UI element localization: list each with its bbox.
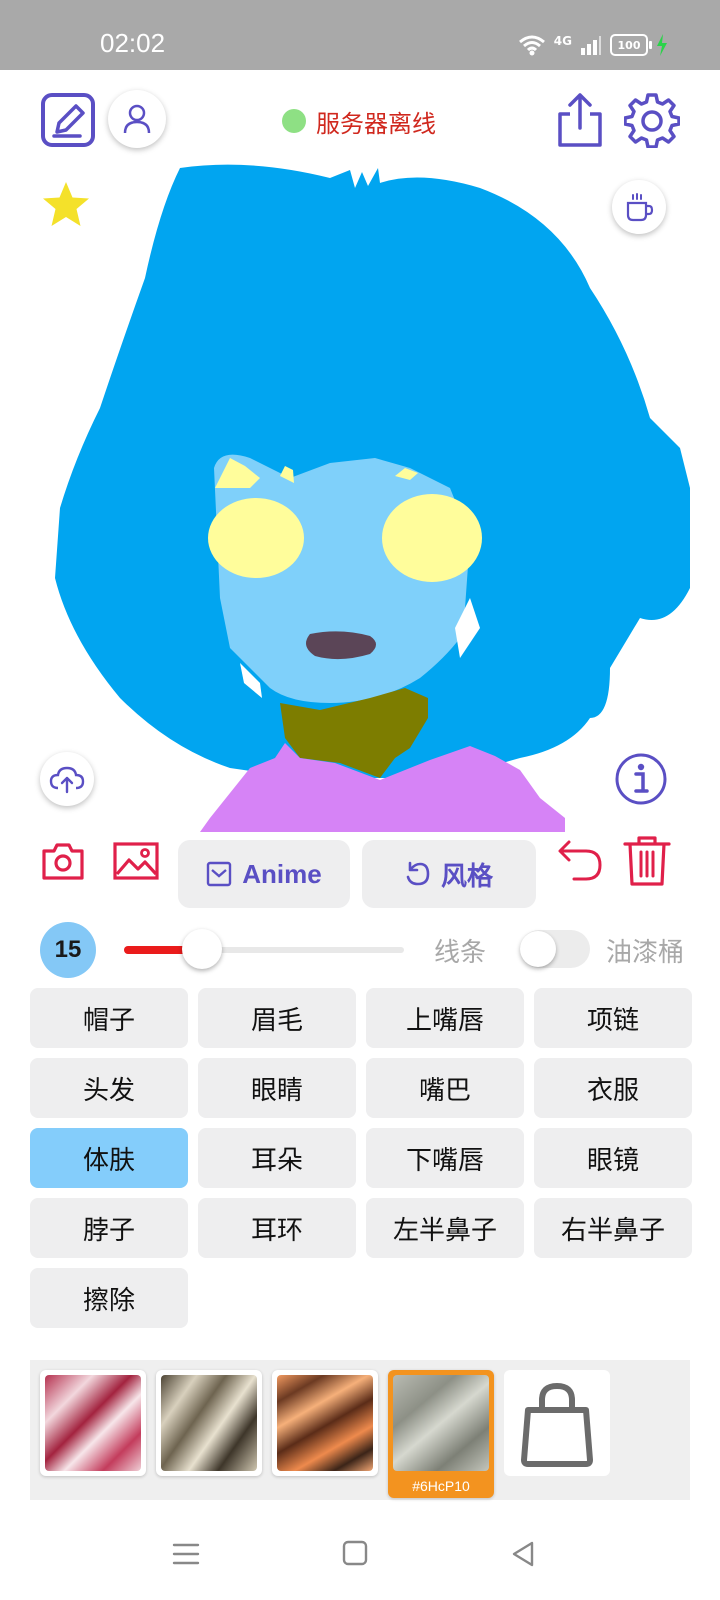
battery-indicator: 100 (610, 34, 652, 56)
part-button[interactable]: 头发 (30, 1058, 188, 1118)
paint-bucket-label: 油漆桶 (606, 938, 685, 968)
profile-button[interactable] (108, 90, 166, 148)
settings-button[interactable] (624, 92, 680, 148)
status-time: 02:02 (100, 28, 166, 58)
shopping-bag-icon (521, 1382, 593, 1467)
style-thumb-2[interactable] (156, 1370, 262, 1476)
server-status-dot (282, 109, 306, 133)
undo-icon (558, 840, 602, 881)
part-button[interactable]: 耳朵 (198, 1128, 356, 1188)
model-label: Anime (242, 858, 322, 889)
style-label: 风格 (440, 860, 493, 891)
part-button[interactable]: 眼睛 (198, 1058, 356, 1118)
charging-icon (657, 34, 667, 56)
info-button[interactable] (614, 752, 668, 806)
image-icon (113, 842, 159, 880)
battery-level: 100 (617, 38, 641, 52)
gallery-button[interactable] (112, 838, 160, 884)
rotate-icon (406, 861, 430, 886)
coffee-cup-icon (626, 193, 654, 222)
part-button[interactable]: 左半鼻子 (366, 1198, 524, 1258)
parts-grid: 帽子 眉毛 上嘴唇 项链头发 眼睛 嘴巴 衣服体肤 耳朵 下嘴唇 眼镜脖子 耳环 左半鼻子 右半鼻子擦除 (30, 988, 692, 1328)
system-nav-bar (0, 1520, 720, 1600)
part-button[interactable]: 耳环 (198, 1198, 356, 1258)
camera-icon (42, 843, 84, 880)
part-button[interactable]: 下嘴唇 (366, 1128, 524, 1188)
eye-left (208, 498, 304, 578)
style-thumbnails-bar: #6HcP10 (30, 1360, 690, 1500)
style-thumb-image (393, 1375, 489, 1471)
gear-icon (624, 93, 680, 148)
part-button[interactable]: 眉毛 (198, 988, 356, 1048)
camera-button[interactable] (40, 838, 86, 884)
brush-size-indicator: 15 (40, 922, 96, 978)
coffee-button[interactable] (612, 180, 666, 234)
server-status: 服务器离线 (282, 106, 436, 138)
status-bar: 02:02 4G 100 (0, 0, 720, 70)
part-button[interactable]: 脖子 (30, 1198, 188, 1258)
home-icon[interactable] (342, 1540, 368, 1566)
part-button[interactable]: 帽子 (30, 988, 188, 1048)
part-button[interactable]: 衣服 (534, 1058, 692, 1118)
star-icon (43, 182, 89, 226)
eye-right (382, 494, 482, 582)
trash-icon (623, 836, 671, 886)
mouth (306, 631, 376, 660)
share-button[interactable] (556, 92, 604, 148)
part-button[interactable]: 体肤 (30, 1128, 188, 1188)
part-button[interactable]: 嘴巴 (366, 1058, 524, 1118)
style-thumb-1[interactable] (40, 1370, 146, 1476)
menu-icon[interactable] (172, 1542, 200, 1566)
edit-button[interactable] (40, 92, 96, 148)
checkbox-mail-icon (207, 861, 232, 887)
wifi-icon (518, 35, 545, 56)
brush-size-slider-thumb[interactable] (182, 929, 223, 969)
edit-icon (41, 93, 95, 147)
style-thumb-image (45, 1375, 141, 1471)
part-button[interactable]: 上嘴唇 (366, 988, 524, 1048)
undo-button[interactable] (556, 836, 604, 882)
style-thumb-image (277, 1375, 373, 1471)
upload-button[interactable] (40, 752, 94, 806)
network-type: 4G (553, 34, 572, 48)
paint-bucket-toggle[interactable] (520, 930, 590, 968)
favorite-button[interactable] (40, 180, 92, 230)
line-mode-label: 线条 (434, 938, 487, 968)
style-shop-button[interactable] (504, 1370, 610, 1476)
part-button[interactable]: 擦除 (30, 1268, 188, 1328)
signal-icon (581, 36, 601, 55)
style-code-label: #6HcP10 (412, 1478, 470, 1494)
info-icon (615, 753, 667, 805)
style-thumb-3[interactable] (272, 1370, 378, 1476)
delete-button[interactable] (622, 834, 672, 888)
model-select-button[interactable]: Anime (178, 840, 350, 908)
drawing-canvas[interactable] (0, 158, 720, 832)
style-thumb-image (161, 1375, 257, 1471)
toggle-knob (520, 931, 556, 967)
style-button[interactable]: 风格 (362, 840, 536, 908)
status-icons: 4G 100 (518, 30, 668, 60)
cloud-upload-icon (49, 766, 85, 794)
back-icon[interactable] (510, 1540, 536, 1568)
part-button[interactable]: 眼镜 (534, 1128, 692, 1188)
brush-size-value: 15 (54, 936, 82, 963)
server-status-label: 服务器离线 (316, 109, 436, 138)
style-thumb-4[interactable]: #6HcP10 (388, 1370, 494, 1498)
part-button[interactable]: 右半鼻子 (534, 1198, 692, 1258)
part-button[interactable]: 项链 (534, 988, 692, 1048)
user-icon (123, 104, 151, 134)
share-icon (558, 93, 602, 147)
